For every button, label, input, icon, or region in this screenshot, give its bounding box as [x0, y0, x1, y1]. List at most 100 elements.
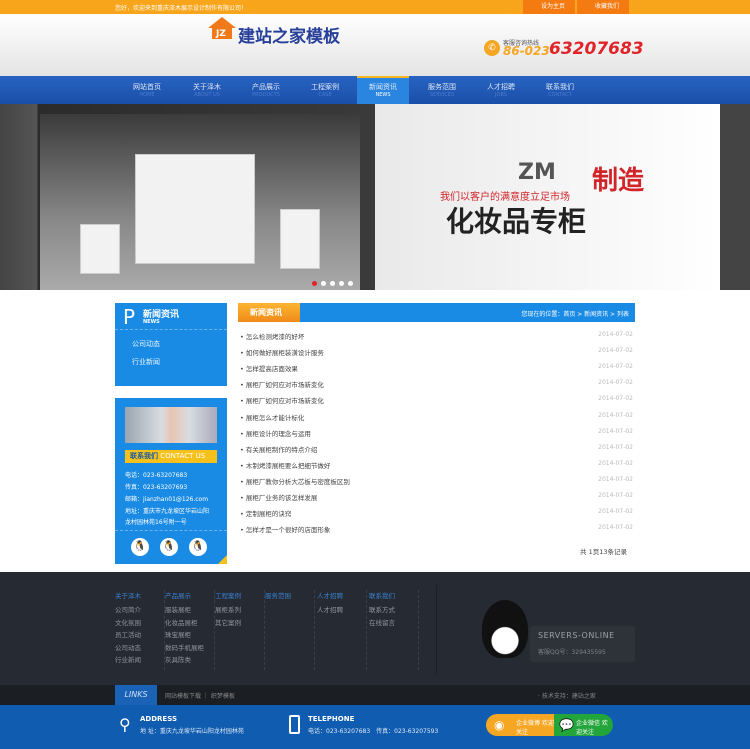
nav-about[interactable]: 关于泽木 ABOUT US [181, 76, 233, 104]
logo-house-icon[interactable]: JZ [208, 17, 236, 39]
footer-column-heading[interactable]: 产品展示 [165, 590, 214, 600]
contact-address-2: 龙村园林苑16号附一号 [125, 519, 187, 526]
contact-fax: 传真：023-63207693 [125, 484, 188, 491]
footer-link[interactable]: 其它案例 [215, 617, 264, 630]
online-service-box[interactable]: SERVERS-ONLINE 客服QQ号：329435595 [530, 626, 635, 662]
phone-icon: ✆ [484, 40, 500, 56]
news-title[interactable]: • 展柜厂业务的该怎样发展 [240, 492, 317, 502]
logo-text[interactable]: 建站之家模板 [238, 22, 340, 47]
footer-column: 人才招聘 人才招聘 [317, 590, 367, 670]
news-title[interactable]: • 怎样才是一个很好的店面形象 [240, 524, 330, 534]
links-label: LINKS [115, 685, 157, 705]
banner-logo: ZM [518, 160, 556, 185]
news-item[interactable]: • 如何做好展柜装潢设计服务 2014-07-02 [240, 347, 633, 363]
news-title[interactable]: • 怎么检测烤漆的好坏 [240, 331, 304, 341]
news-date: 2014-07-02 [598, 524, 633, 532]
online-title: SERVERS-ONLINE [538, 631, 615, 640]
nav-home[interactable]: 网站首页 HOME [121, 76, 173, 104]
qq-icon[interactable]: 🐧 [160, 538, 178, 556]
sidebar-link-industry-news[interactable]: 行业新闻 [132, 357, 160, 367]
footer-link[interactable]: 公司动态 [115, 642, 164, 655]
news-item[interactable]: • 展柜厂如何应对市场新变化 2014-07-02 [240, 395, 633, 411]
nav-news[interactable]: 新闻资讯 NEWS [357, 76, 409, 104]
footer-link[interactable]: 展柜系列 [215, 604, 264, 617]
add-favorite-button[interactable]: 收藏我们 [577, 0, 629, 14]
footer-column-heading[interactable]: 工程案例 [215, 590, 264, 600]
address-heading: ADDRESS [140, 715, 177, 723]
news-item[interactable]: • 怎么检测烤漆的好坏 2014-07-02 [240, 331, 633, 347]
qq-icon[interactable]: 🐧 [189, 538, 207, 556]
slider-dot[interactable] [312, 281, 317, 286]
news-title[interactable]: • 定制展柜的诀窍 [240, 508, 291, 518]
nav-products[interactable]: 产品展示 PRODUCTS [240, 76, 292, 104]
slider-dot[interactable] [339, 281, 344, 286]
news-title[interactable]: • 展柜厂如何应对市场新变化 [240, 379, 324, 389]
footer-column: 服务范围 [265, 590, 315, 670]
news-title[interactable]: • 展柜怎么才能计标化 [240, 412, 304, 422]
slider-dot[interactable] [321, 281, 326, 286]
news-item[interactable]: • 展柜厂教你分析大芯板与密度板区别 2014-07-02 [240, 476, 633, 492]
banner-slider[interactable] [0, 104, 750, 290]
slider-dot[interactable] [330, 281, 335, 286]
contact-address: 地址：重庆市九龙坡区华岩山阳 [125, 508, 210, 515]
qq-icon[interactable]: 🐧 [131, 538, 149, 556]
banner-title: 化妆品专柜 [446, 205, 587, 238]
news-item[interactable]: • 定制展柜的诀窍 2014-07-02 [240, 508, 633, 524]
footer-column-heading[interactable]: 关于泽木 [115, 590, 164, 600]
nav-services[interactable]: 服务范围 SERVICES [416, 76, 468, 104]
contact-email: 邮箱：jianzhan01@126.com [125, 496, 209, 503]
footer-column: 工程案例展柜系列 其它案例 [215, 590, 265, 670]
slider-dot[interactable] [348, 281, 353, 286]
tech-support[interactable]: · 技术支持：建站之家 [538, 691, 596, 700]
news-item[interactable]: • 展柜设计的理念与运用 2014-07-02 [240, 428, 633, 444]
footer-link[interactable]: 在线留言 [369, 617, 418, 630]
mobile-phone-icon [289, 715, 300, 734]
customer-service-image [125, 407, 217, 443]
footer-column-heading[interactable]: 服务范围 [265, 590, 314, 600]
news-title[interactable]: • 展柜设计的理念与运用 [240, 428, 311, 438]
news-title[interactable]: • 木制烤漆展柜要么把细节做好 [240, 460, 330, 470]
news-item[interactable]: • 展柜怎么才能计标化 2014-07-02 [240, 412, 633, 428]
svg-text:JZ: JZ [215, 29, 226, 39]
news-title[interactable]: • 展柜厂教你分析大芯板与密度板区别 [240, 476, 350, 486]
news-title[interactable]: • 展柜厂如何应对市场新变化 [240, 395, 324, 405]
friend-links[interactable]: 网站模板下载 ｜ 织梦模板 [165, 691, 235, 700]
footer-column-heading[interactable]: 人才招聘 [317, 590, 366, 600]
news-date: 2014-07-02 [598, 475, 633, 483]
news-item[interactable]: • 有关展柜制作的特点介绍 2014-07-02 [240, 444, 633, 460]
footer-link[interactable]: 文化氛围 [115, 617, 164, 630]
footer-link[interactable]: 珠宝展柜 [165, 629, 214, 642]
news-item[interactable]: • 怎样才是一个很好的店面形象 2014-07-02 [240, 524, 633, 540]
nav-case[interactable]: 工程案例 CASE [299, 76, 351, 104]
news-title[interactable]: • 有关展柜制作的特点介绍 [240, 444, 317, 454]
sidebar-link-company-news[interactable]: 公司动态 [132, 339, 160, 349]
footer-link[interactable]: 化妆品展柜 [165, 617, 214, 630]
corner-decoration [218, 555, 227, 564]
news-date: 2014-07-02 [598, 379, 633, 387]
footer-link[interactable]: 数码手机展柜 [165, 642, 214, 655]
news-item[interactable]: • 展柜厂如何应对市场新变化 2014-07-02 [240, 379, 633, 395]
footer-link[interactable]: 联系方式 [369, 604, 418, 617]
news-item[interactable]: • 展柜厂业务的该怎样发展 2014-07-02 [240, 492, 633, 508]
main-nav: 网站首页 HOME 关于泽木 ABOUT US 产品展示 PRODUCTS 工程案例 C… [0, 76, 750, 104]
footer-link[interactable]: 灰具陈类 [165, 654, 214, 667]
qq-penguin-icon[interactable] [482, 600, 528, 658]
footer-link[interactable]: 服装展柜 [165, 604, 214, 617]
news-title[interactable]: • 怎样提高店面效果 [240, 363, 298, 373]
news-date: 2014-07-02 [598, 331, 633, 338]
footer-link[interactable]: 员工活动 [115, 629, 164, 642]
news-date: 2014-07-02 [598, 411, 633, 419]
news-item[interactable]: • 怎样提高店面效果 2014-07-02 [240, 363, 633, 379]
nav-contact[interactable]: 联系我们 CONTACT [534, 76, 586, 104]
nav-jobs[interactable]: 人才招聘 JOBS [475, 76, 527, 104]
footer-link[interactable]: 公司简介 [115, 604, 164, 617]
news-date: 2014-07-02 [598, 347, 633, 355]
wechat-icon: 💬 [559, 718, 574, 732]
footer-link[interactable]: 行业新闻 [115, 654, 164, 667]
news-title[interactable]: • 如何做好展柜装潢设计服务 [240, 347, 324, 357]
footer-link[interactable]: 人才招聘 [317, 604, 366, 617]
phone-prefix: 86-023- [503, 44, 555, 58]
news-item[interactable]: • 木制烤漆展柜要么把细节做好 2014-07-02 [240, 460, 633, 476]
set-homepage-button[interactable]: 设为主页 [523, 0, 575, 14]
footer-column-heading[interactable]: 联系我们 [369, 590, 418, 600]
